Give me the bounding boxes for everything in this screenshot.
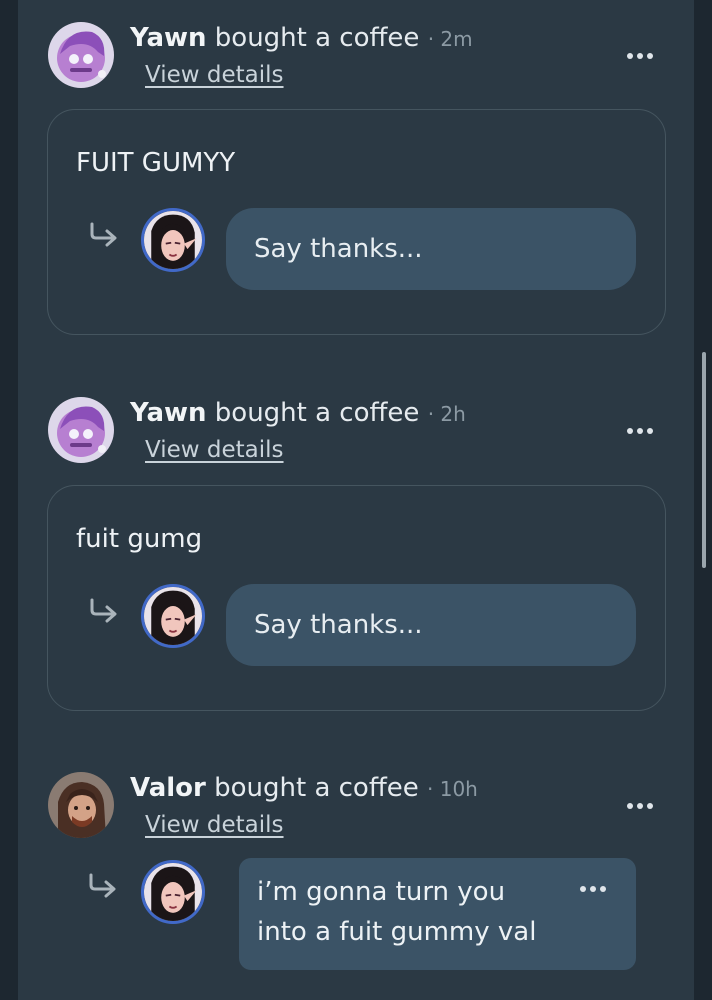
creator-avatar <box>141 860 205 924</box>
feed-panel: Yawn bought a coffee · 2m View details F… <box>18 0 694 1000</box>
supporter-name[interactable]: Yawn <box>130 23 207 53</box>
more-options-icon[interactable] <box>623 796 657 816</box>
supporter-name[interactable]: Valor <box>130 773 206 803</box>
post-timestamp: · 2m <box>427 27 473 51</box>
creator-avatar <box>141 208 205 272</box>
message-card: fuit gumg Say thanks... <box>47 485 666 711</box>
post-headline: Yawn bought a coffee · 2h <box>130 397 466 430</box>
supporter-avatar[interactable] <box>48 397 114 463</box>
reply-arrow-icon <box>90 598 117 623</box>
scrollbar[interactable] <box>702 352 706 568</box>
post-action: bought a coffee <box>214 773 419 803</box>
view-details-link[interactable]: View details <box>145 812 284 838</box>
more-options-icon[interactable] <box>623 421 657 441</box>
creator-avatar <box>141 584 205 648</box>
reply-arrow-icon <box>89 873 116 898</box>
supporter-name[interactable]: Yawn <box>130 398 207 428</box>
supporter-post: Valor bought a coffee · 10h View details <box>18 772 694 1000</box>
creator-reply-bubble: i’m gonna turn you into a fuit gummy val <box>239 858 636 970</box>
creator-reply-line: into a fuit gummy val <box>257 917 537 947</box>
more-options-icon[interactable] <box>580 884 608 894</box>
post-headline: Valor bought a coffee · 10h <box>130 772 478 805</box>
creator-reply-line: i’m gonna turn you <box>257 877 506 907</box>
post-timestamp: · 10h <box>427 777 478 801</box>
post-action: bought a coffee <box>214 23 420 53</box>
post-headline: Yawn bought a coffee · 2m <box>130 22 473 55</box>
more-options-icon[interactable] <box>623 46 657 66</box>
supporter-message: FUIT GUMYY <box>76 148 236 178</box>
say-thanks-input[interactable]: Say thanks... <box>226 208 636 290</box>
view-details-link[interactable]: View details <box>145 62 284 88</box>
supporter-avatar[interactable] <box>48 22 114 88</box>
post-timestamp: · 2h <box>427 402 466 426</box>
supporter-message: fuit gumg <box>76 524 203 554</box>
supporter-avatar[interactable] <box>48 772 114 838</box>
supporter-post: Yawn bought a coffee · 2h View details f… <box>18 397 694 713</box>
message-card: FUIT GUMYY Say thanks... <box>47 109 666 335</box>
say-thanks-input[interactable]: Say thanks... <box>226 584 636 666</box>
view-details-link[interactable]: View details <box>145 437 284 463</box>
supporter-post: Yawn bought a coffee · 2m View details F… <box>18 22 694 338</box>
post-action: bought a coffee <box>214 398 420 428</box>
reply-arrow-icon <box>90 222 117 247</box>
